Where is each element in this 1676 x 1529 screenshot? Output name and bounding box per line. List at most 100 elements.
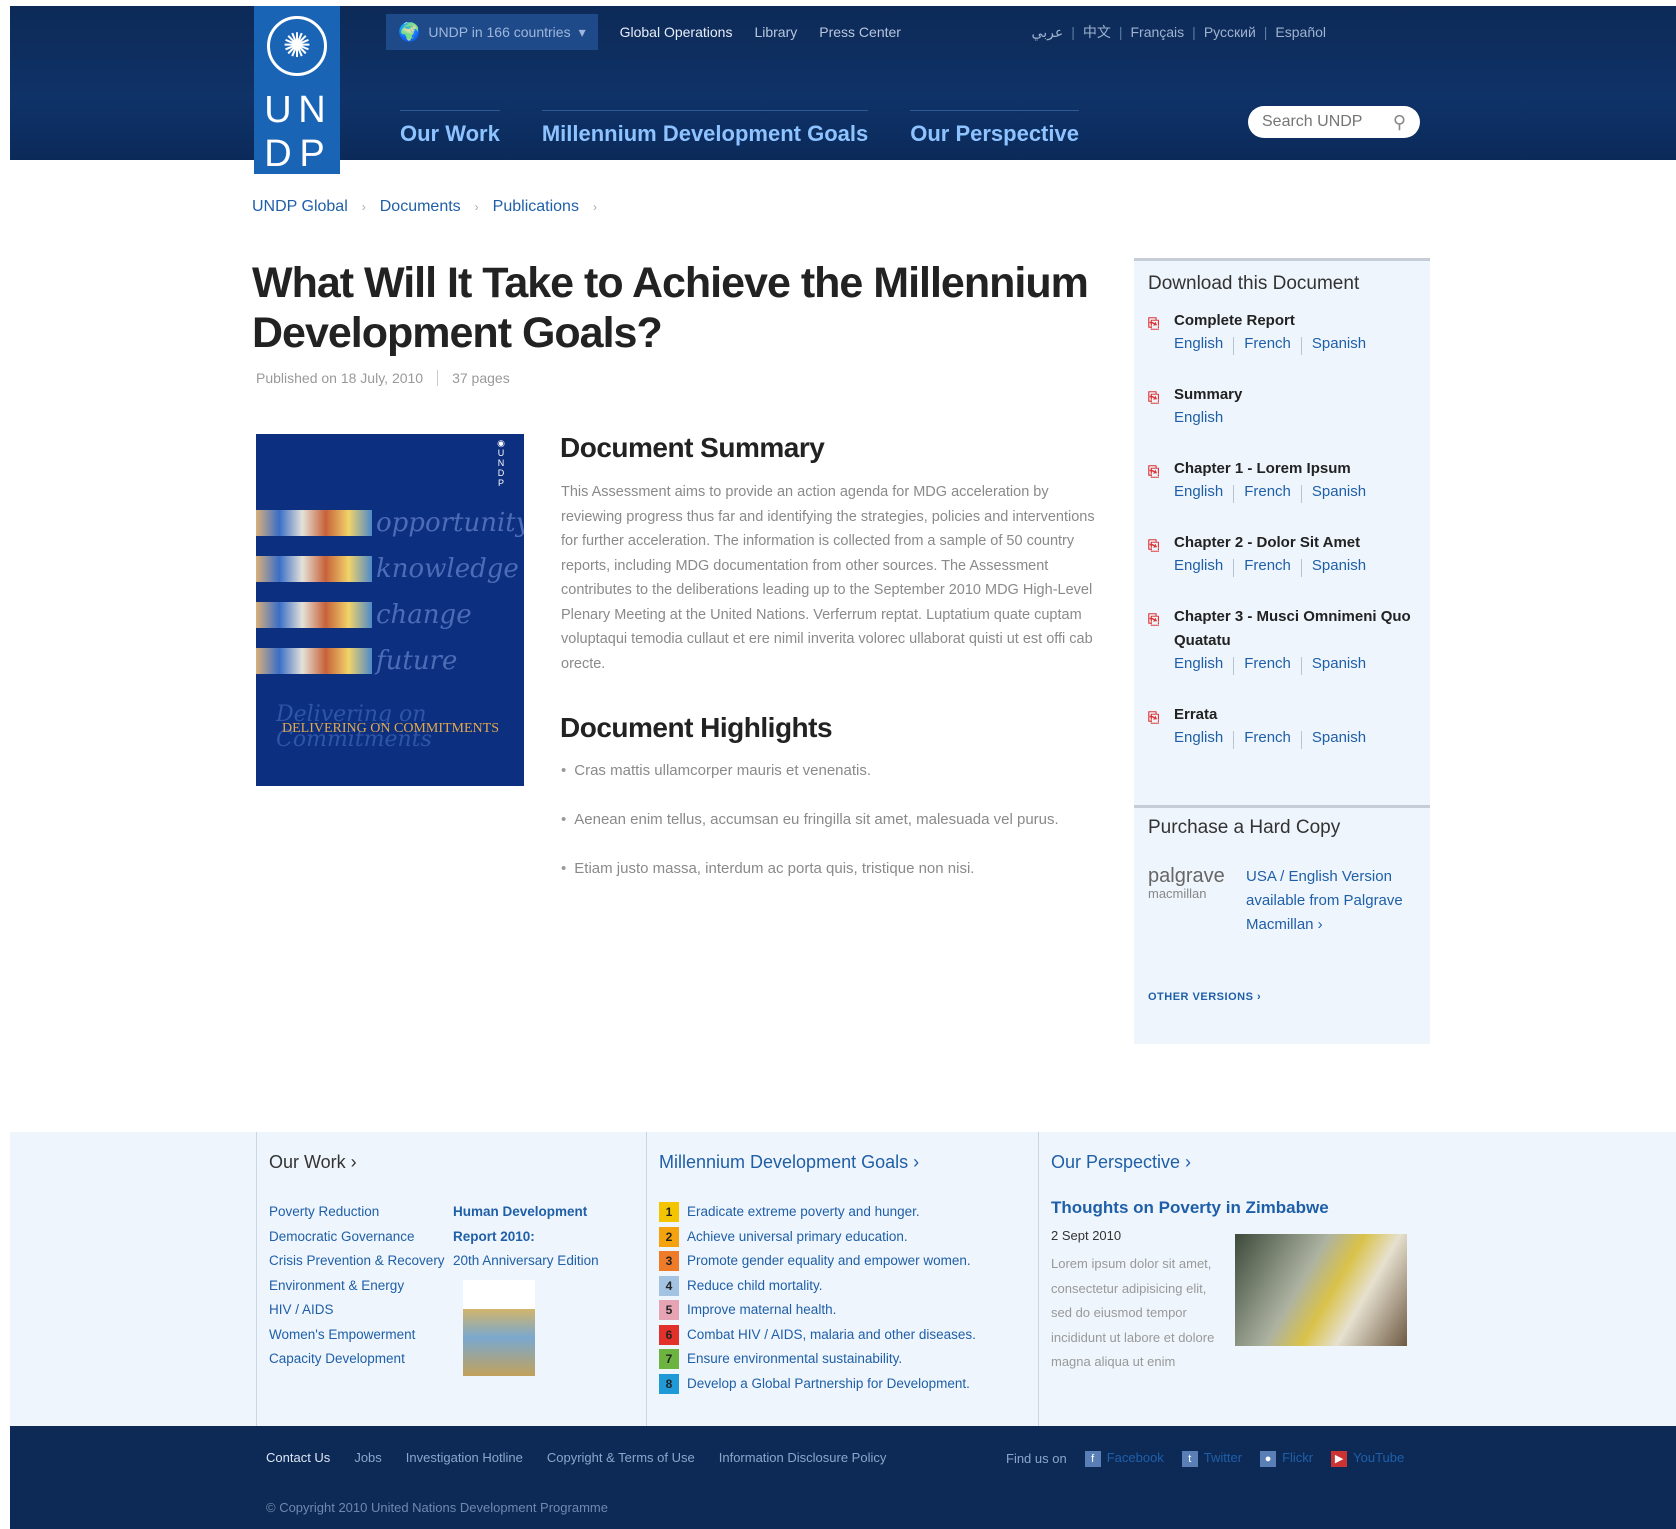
download-english[interactable]: English <box>1174 483 1223 503</box>
download-spanish[interactable]: Spanish <box>1312 655 1366 675</box>
lang-french[interactable]: Français <box>1130 24 1184 40</box>
download-spanish[interactable]: Spanish <box>1312 335 1366 355</box>
download-french[interactable]: French <box>1244 655 1291 675</box>
page: 🌍 UNDP in 166 countries ▾ Global Operati… <box>0 0 1676 1529</box>
mdg-goal-item[interactable]: 1 Eradicate extreme poverty and hunger. <box>659 1200 976 1225</box>
link-contact-us[interactable]: Contact Us <box>266 1450 330 1465</box>
breadcrumb-publications[interactable]: Publications <box>493 198 579 216</box>
youtube-icon: ▶ <box>1331 1451 1348 1467</box>
nav-our-work[interactable]: Our Work <box>400 109 500 147</box>
lang-arabic[interactable]: عربي <box>1032 24 1064 41</box>
cover-photo-strip <box>256 648 372 674</box>
link-disclosure-policy[interactable]: Information Disclosure Policy <box>719 1450 887 1465</box>
footer-mdg-heading[interactable]: Millennium Development Goals › <box>659 1152 919 1173</box>
top-link-press-center[interactable]: Press Center <box>819 24 901 40</box>
link-youtube[interactable]: ▶ YouTube <box>1331 1450 1404 1467</box>
link-facebook[interactable]: f Facebook <box>1084 1450 1164 1467</box>
purchase-link[interactable]: USA / English Version available from Pal… <box>1246 865 1416 937</box>
list-item[interactable]: HIV / AIDS <box>269 1298 445 1323</box>
footer-col-our-work: Our Work › Poverty Reduction Democratic … <box>256 1132 646 1426</box>
search-box: ⚲ <box>1248 106 1420 138</box>
document-cover-image[interactable]: ◉ U N D P opportunity knowledge change futur… <box>256 434 524 786</box>
countries-label: UNDP in 166 countries <box>428 24 571 40</box>
language-switcher: عربي | 中文 | Français | Русский | Español <box>1031 22 1326 42</box>
mdg-goal-item[interactable]: 7 Ensure environmental sustainability. <box>659 1347 976 1372</box>
download-french[interactable]: French <box>1244 557 1291 577</box>
download-spanish[interactable]: Spanish <box>1312 483 1366 503</box>
goal-number-badge: 6 <box>659 1324 679 1345</box>
mdg-goal-item[interactable]: 3 Promote gender equality and empower wom… <box>659 1249 976 1274</box>
logo-letters: U ND P <box>264 89 328 175</box>
download-english[interactable]: English <box>1174 655 1223 675</box>
download-item: ⎘ Chapter 1 - Lorem Ipsum English French Sp… <box>1148 457 1418 503</box>
lang-russian[interactable]: Русский <box>1204 24 1256 40</box>
list-item: Etiam justo massa, interdum ac porta qui… <box>561 860 1101 909</box>
other-versions-link[interactable]: OTHER VERSIONS › <box>1148 991 1261 1003</box>
link-flickr[interactable]: ● Flickr <box>1260 1450 1313 1467</box>
article-title[interactable]: Thoughts on Poverty in Zimbabwe <box>1051 1198 1329 1218</box>
nav-our-perspective[interactable]: Our Perspective <box>910 109 1079 147</box>
goal-label: Eradicate extreme poverty and hunger. <box>687 1204 920 1219</box>
mdg-goal-item[interactable]: 6 Combat HIV / AIDS, malaria and other di… <box>659 1323 976 1348</box>
link-jobs[interactable]: Jobs <box>354 1450 381 1465</box>
goal-label: Combat HIV / AIDS, malaria and other dis… <box>687 1326 976 1342</box>
goal-number-badge: 3 <box>659 1251 679 1272</box>
article-excerpt: Lorem ipsum dolor sit amet, consectetur … <box>1051 1256 1215 1369</box>
undp-logo[interactable]: ✺ U ND P <box>254 6 340 175</box>
download-item: ⎘ Chapter 2 - Dolor Sit Amet English Frenc… <box>1148 531 1418 577</box>
summary-heading: Document Summary <box>560 432 825 463</box>
hdr-promo[interactable]: Human Development Report 2010: 20th Anniv… <box>453 1200 613 1274</box>
cover-photo-strip <box>256 602 372 628</box>
list-item[interactable]: Women's Empowerment <box>269 1323 445 1348</box>
breadcrumb-undp-global[interactable]: UNDP Global <box>252 198 348 216</box>
hdr-book-image[interactable] <box>463 1280 535 1376</box>
list-item[interactable]: Environment & Energy <box>269 1274 445 1299</box>
search-icon[interactable]: ⚲ <box>1393 112 1406 133</box>
nav-mdg[interactable]: Millennium Development Goals <box>541 109 869 147</box>
goal-number-badge: 8 <box>659 1373 679 1394</box>
download-spanish[interactable]: Spanish <box>1312 729 1366 749</box>
download-english[interactable]: English <box>1174 335 1223 355</box>
download-french[interactable]: French <box>1244 729 1291 749</box>
download-french[interactable]: French <box>1244 483 1291 503</box>
search-input[interactable] <box>1262 113 1382 131</box>
top-link-global-operations[interactable]: Global Operations <box>620 24 733 40</box>
download-english[interactable]: English <box>1174 557 1223 577</box>
mdg-goal-item[interactable]: 4 Reduce child mortality. <box>659 1274 976 1299</box>
globe-icon: 🌍 <box>398 21 421 42</box>
download-english[interactable]: English <box>1174 409 1223 426</box>
countries-dropdown[interactable]: 🌍 UNDP in 166 countries ▾ <box>386 14 598 50</box>
link-copyright-terms[interactable]: Copyright & Terms of Use <box>547 1450 695 1465</box>
download-panel: Download this Document ⎘ Complete Report … <box>1134 258 1430 1044</box>
download-heading: Download this Document <box>1148 273 1360 294</box>
goal-label: Develop a Global Partnership for Develop… <box>687 1375 970 1391</box>
article-photo[interactable] <box>1235 1234 1407 1346</box>
document-meta: Published on 18 July, 2010 37 pages <box>256 370 510 386</box>
download-item: ⎘ Complete Report English French Spanish <box>1148 309 1418 355</box>
article-date: 2 Sept 2010 <box>1051 1228 1122 1243</box>
mdg-goal-item[interactable]: 8 Develop a Global Partnership for Develo… <box>659 1372 976 1397</box>
page-title: What Will It Take to Achieve the Millenn… <box>252 259 1089 357</box>
download-item: ⎘ Chapter 3 - Musci Omnimeni Quo Quatatu … <box>1148 605 1418 675</box>
mdg-goal-item[interactable]: 5 Improve maternal health. <box>659 1298 976 1323</box>
lang-spanish[interactable]: Español <box>1275 24 1326 40</box>
download-french[interactable]: French <box>1244 335 1291 355</box>
link-investigation-hotline[interactable]: Investigation Hotline <box>406 1450 523 1465</box>
mdg-list: 1 Eradicate extreme poverty and hunger. 2 A… <box>659 1200 976 1396</box>
list-item[interactable]: Poverty Reduction <box>269 1200 445 1225</box>
footer-our-work-heading[interactable]: Our Work › <box>269 1152 357 1173</box>
mdg-goal-item[interactable]: 2 Achieve universal primary education. <box>659 1225 976 1250</box>
list-item[interactable]: Democratic Governance <box>269 1225 445 1250</box>
cover-photo-strip <box>256 556 372 582</box>
top-link-library[interactable]: Library <box>754 24 797 40</box>
list-item[interactable]: Capacity Development <box>269 1347 445 1372</box>
download-english[interactable]: English <box>1174 729 1223 749</box>
footer-col-mdg: Millennium Development Goals › 1 Eradicat… <box>646 1132 1036 1426</box>
link-twitter[interactable]: t Twitter <box>1181 1450 1242 1467</box>
breadcrumb-documents[interactable]: Documents <box>380 198 461 216</box>
lang-chinese[interactable]: 中文 <box>1083 22 1111 42</box>
footer-perspective-heading[interactable]: Our Perspective › <box>1051 1152 1191 1173</box>
footer-panel: Our Work › Poverty Reduction Democratic … <box>10 1132 1676 1426</box>
download-spanish[interactable]: Spanish <box>1312 557 1366 577</box>
list-item[interactable]: Crisis Prevention & Recovery <box>269 1249 445 1274</box>
